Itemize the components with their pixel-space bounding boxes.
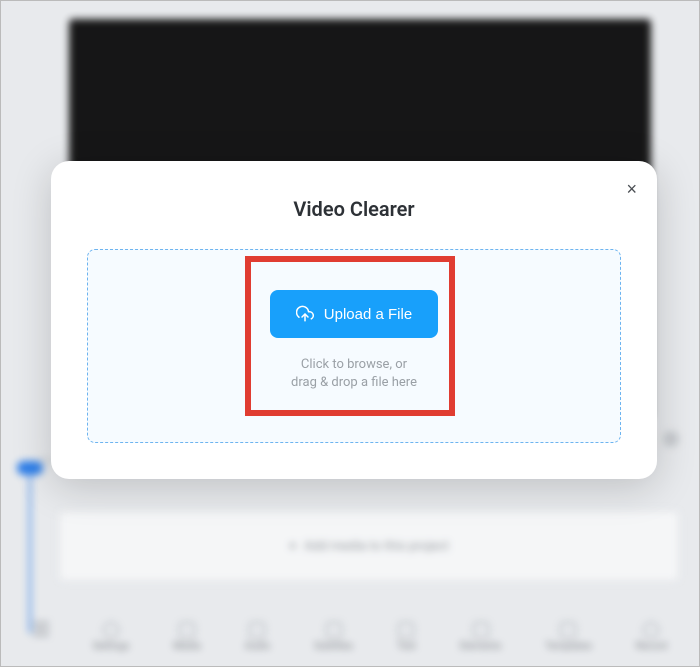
tool-text: Text [397,622,416,652]
close-button[interactable]: × [626,179,637,200]
file-dropzone[interactable]: Upload a File Click to browse, or drag &… [87,249,621,443]
upload-button-label: Upload a File [324,306,412,323]
plus-icon: + [289,539,296,554]
tool-media: Media [173,622,201,652]
tool-record: Record [636,622,667,652]
bottom-toolbar: Settings Media Audio Subtitles Text Elem… [1,616,699,658]
tool-audio: Audio [245,622,271,652]
tool-settings: Settings [93,622,130,652]
timeline-playhead [29,473,31,633]
tool-elements: Elements [460,622,501,652]
tool-menu [33,622,49,652]
upload-cloud-icon [296,305,314,323]
upload-hint: Click to browse, or drag & drop a file h… [291,356,417,392]
track-hint-text: Add media to this project [304,539,449,554]
tool-subtitles: Subtitles [314,622,353,652]
upload-file-button[interactable]: Upload a File [270,290,438,338]
video-clearer-modal: × Video Clearer Upload a File Click to b… [51,161,657,479]
modal-title: Video Clearer [87,197,621,221]
timeline-track: + Add media to this project [59,511,679,581]
tool-templates: Templates [545,622,592,652]
